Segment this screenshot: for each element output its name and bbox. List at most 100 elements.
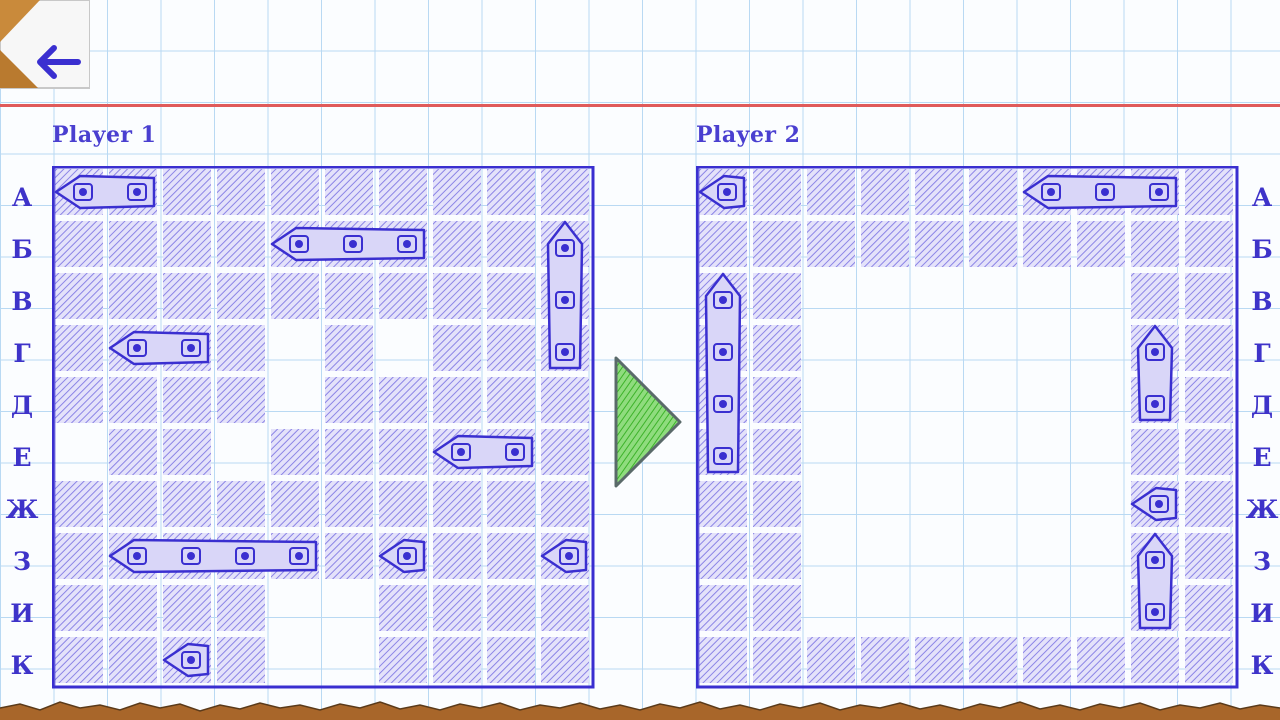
shaded-cell[interactable]: [433, 637, 481, 683]
shaded-cell[interactable]: [915, 169, 963, 215]
shaded-cell[interactable]: [1077, 637, 1125, 683]
shaded-cell[interactable]: [699, 585, 747, 631]
shaded-cell[interactable]: [861, 637, 909, 683]
empty-cell[interactable]: [217, 429, 265, 475]
shaded-cell[interactable]: [433, 221, 481, 267]
shaded-cell[interactable]: [1023, 221, 1071, 267]
shaded-cell[interactable]: [379, 429, 427, 475]
empty-cell[interactable]: [861, 273, 909, 319]
empty-cell[interactable]: [379, 325, 427, 371]
empty-cell[interactable]: [915, 481, 963, 527]
empty-cell[interactable]: [1077, 273, 1125, 319]
shaded-cell[interactable]: [379, 585, 427, 631]
shaded-cell[interactable]: [325, 273, 373, 319]
shaded-cell[interactable]: [433, 273, 481, 319]
shaded-cell[interactable]: [487, 481, 535, 527]
shaded-cell[interactable]: [1131, 221, 1179, 267]
shaded-cell[interactable]: [807, 221, 855, 267]
empty-cell[interactable]: [807, 273, 855, 319]
empty-cell[interactable]: [861, 429, 909, 475]
shaded-cell[interactable]: [217, 273, 265, 319]
empty-cell[interactable]: [915, 429, 963, 475]
shaded-cell[interactable]: [699, 637, 747, 683]
empty-cell[interactable]: [271, 325, 319, 371]
shaded-cell[interactable]: [1077, 221, 1125, 267]
shaded-cell[interactable]: [379, 481, 427, 527]
empty-cell[interactable]: [807, 429, 855, 475]
empty-cell[interactable]: [969, 273, 1017, 319]
shaded-cell[interactable]: [55, 533, 103, 579]
empty-cell[interactable]: [807, 377, 855, 423]
empty-cell[interactable]: [1023, 273, 1071, 319]
empty-cell[interactable]: [1023, 533, 1071, 579]
empty-cell[interactable]: [969, 533, 1017, 579]
shaded-cell[interactable]: [55, 637, 103, 683]
shaded-cell[interactable]: [55, 377, 103, 423]
shaded-cell[interactable]: [55, 585, 103, 631]
player-2-grid[interactable]: [696, 166, 1246, 696]
shaded-cell[interactable]: [55, 481, 103, 527]
empty-cell[interactable]: [861, 481, 909, 527]
empty-cell[interactable]: [55, 429, 103, 475]
shaded-cell[interactable]: [753, 637, 801, 683]
shaded-cell[interactable]: [379, 169, 427, 215]
shaded-cell[interactable]: [433, 481, 481, 527]
empty-cell[interactable]: [1023, 585, 1071, 631]
shaded-cell[interactable]: [433, 325, 481, 371]
shaded-cell[interactable]: [753, 221, 801, 267]
shaded-cell[interactable]: [1131, 273, 1179, 319]
shaded-cell[interactable]: [487, 169, 535, 215]
shaded-cell[interactable]: [1185, 169, 1233, 215]
shaded-cell[interactable]: [487, 533, 535, 579]
shaded-cell[interactable]: [379, 637, 427, 683]
empty-cell[interactable]: [271, 377, 319, 423]
shaded-cell[interactable]: [325, 481, 373, 527]
empty-cell[interactable]: [861, 377, 909, 423]
shaded-cell[interactable]: [861, 221, 909, 267]
shaded-cell[interactable]: [433, 169, 481, 215]
shaded-cell[interactable]: [541, 377, 589, 423]
shaded-cell[interactable]: [753, 585, 801, 631]
empty-cell[interactable]: [1077, 325, 1125, 371]
shaded-cell[interactable]: [217, 169, 265, 215]
shaded-cell[interactable]: [1023, 637, 1071, 683]
shaded-cell[interactable]: [1185, 429, 1233, 475]
shaded-cell[interactable]: [109, 429, 157, 475]
empty-cell[interactable]: [969, 429, 1017, 475]
empty-cell[interactable]: [1077, 377, 1125, 423]
shaded-cell[interactable]: [433, 377, 481, 423]
shaded-cell[interactable]: [1185, 637, 1233, 683]
shaded-cell[interactable]: [487, 585, 535, 631]
empty-cell[interactable]: [915, 533, 963, 579]
shaded-cell[interactable]: [271, 481, 319, 527]
player-1-grid[interactable]: [52, 166, 602, 696]
play-button[interactable]: [608, 352, 688, 492]
shaded-cell[interactable]: [1131, 429, 1179, 475]
shaded-cell[interactable]: [163, 221, 211, 267]
empty-cell[interactable]: [807, 481, 855, 527]
shaded-cell[interactable]: [753, 169, 801, 215]
shaded-cell[interactable]: [969, 221, 1017, 267]
player-1-board[interactable]: [52, 166, 595, 689]
shaded-cell[interactable]: [109, 377, 157, 423]
shaded-cell[interactable]: [163, 481, 211, 527]
shaded-cell[interactable]: [699, 221, 747, 267]
shaded-cell[interactable]: [217, 377, 265, 423]
shaded-cell[interactable]: [379, 377, 427, 423]
shaded-cell[interactable]: [271, 429, 319, 475]
empty-cell[interactable]: [271, 585, 319, 631]
shaded-cell[interactable]: [109, 585, 157, 631]
shaded-cell[interactable]: [325, 377, 373, 423]
shaded-cell[interactable]: [699, 533, 747, 579]
shaded-cell[interactable]: [753, 377, 801, 423]
empty-cell[interactable]: [271, 637, 319, 683]
empty-cell[interactable]: [807, 325, 855, 371]
shaded-cell[interactable]: [753, 481, 801, 527]
shaded-cell[interactable]: [217, 325, 265, 371]
empty-cell[interactable]: [969, 481, 1017, 527]
shaded-cell[interactable]: [433, 533, 481, 579]
empty-cell[interactable]: [969, 377, 1017, 423]
shaded-cell[interactable]: [487, 273, 535, 319]
shaded-cell[interactable]: [1185, 585, 1233, 631]
shaded-cell[interactable]: [487, 325, 535, 371]
